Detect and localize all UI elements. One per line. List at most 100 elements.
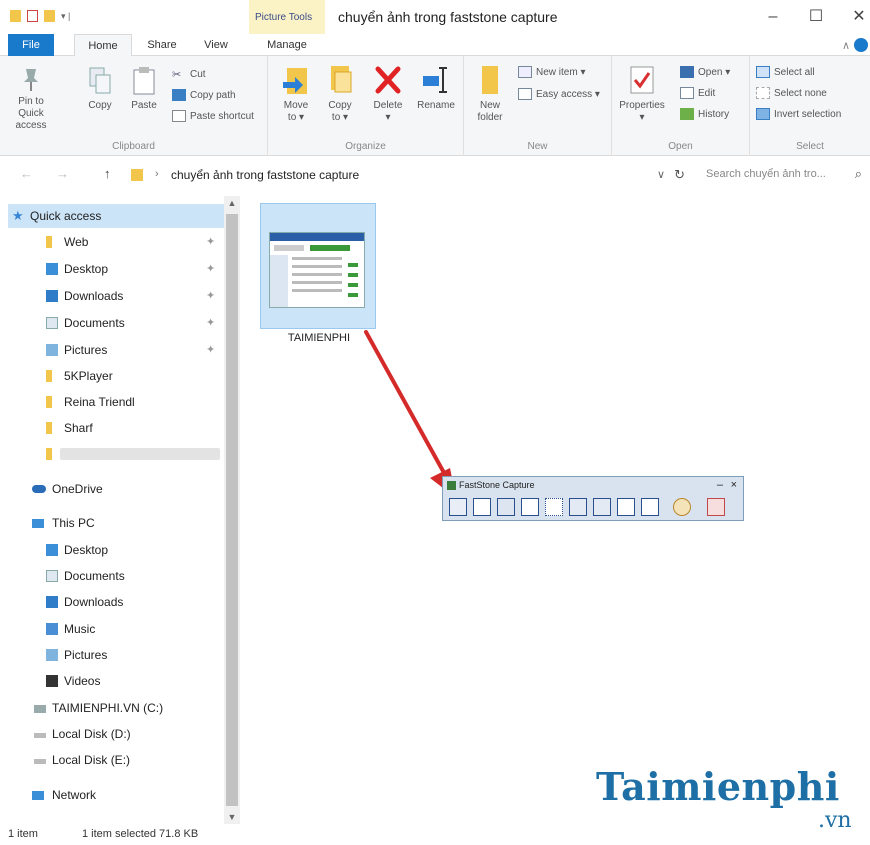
sidebar-item-drive-e[interactable]: Local Disk (E:) [0, 748, 224, 772]
select-all-button[interactable]: Select all [756, 66, 815, 78]
capture-object-icon[interactable] [497, 498, 515, 516]
invert-selection-button[interactable]: Invert selection [756, 108, 841, 120]
open-file-icon[interactable] [449, 498, 467, 516]
status-selection: 1 item selected 71.8 KB [82, 828, 199, 840]
refresh-icon[interactable]: ↻ [674, 167, 685, 183]
rename-button[interactable]: Rename [414, 64, 458, 112]
capture-fullscreen-icon[interactable] [569, 498, 587, 516]
tab-file[interactable]: File [8, 34, 54, 56]
sidebar-item-desktop[interactable]: Desktop ✦ [0, 257, 224, 281]
pin-icon [24, 69, 38, 91]
tab-manage[interactable]: Manage [252, 34, 322, 56]
faststone-capture-window[interactable]: FastStone Capture – × [442, 476, 744, 521]
sidebar-item-downloads[interactable]: Downloads ✦ [0, 284, 224, 308]
sidebar-item-documents[interactable]: Documents ✦ [0, 311, 224, 335]
tab-home[interactable]: Home [74, 34, 132, 57]
edit-button[interactable]: Edit [680, 87, 715, 99]
drive-icon [34, 733, 46, 738]
move-to-button[interactable]: Move to ▾ [278, 64, 314, 124]
paste-shortcut-button[interactable]: Paste shortcut [172, 110, 254, 122]
copy-button[interactable]: Copy [84, 66, 116, 112]
copy-path-button[interactable]: Copy path [172, 89, 236, 101]
forward-button[interactable]: → [56, 166, 69, 181]
breadcrumb-separator[interactable]: › [155, 168, 159, 180]
pin-icon[interactable]: ✦ [206, 284, 215, 308]
sidebar-item-onedrive[interactable]: OneDrive [0, 477, 224, 501]
customize-qat-icon[interactable]: ▾ | [61, 11, 70, 22]
new-folder-button[interactable]: New folder [472, 64, 508, 124]
up-button[interactable]: ↑ [104, 166, 111, 181]
pin-icon[interactable]: ✦ [206, 230, 215, 254]
taimienphi-domain: .vn [818, 808, 852, 833]
capture-fixed-region-icon[interactable] [617, 498, 635, 516]
capture-window-icon[interactable] [473, 498, 491, 516]
sidebar-item-pc-desktop[interactable]: Desktop [0, 538, 224, 562]
sidebar-item-web[interactable]: Web ✦ [0, 230, 224, 254]
sidebar-item-music[interactable]: Music [0, 617, 224, 641]
sidebar-item-blurred[interactable] [0, 442, 224, 466]
address-dropdown-icon[interactable]: ∨ [657, 168, 665, 181]
scroll-down-icon[interactable]: ▼ [224, 812, 240, 822]
faststone-title-bar[interactable]: FastStone Capture – × [443, 477, 743, 494]
select-none-button[interactable]: Select none [756, 87, 827, 99]
file-item[interactable]: TAIMIENPHI [260, 203, 376, 344]
minimize-button[interactable]: – [760, 6, 786, 28]
close-button[interactable]: ✕ [846, 6, 870, 28]
faststone-close-button[interactable]: × [731, 477, 737, 494]
help-icon[interactable] [854, 38, 868, 52]
collapse-ribbon-icon[interactable]: ∧ [842, 39, 850, 52]
pin-icon[interactable]: ✦ [206, 338, 215, 362]
tab-share[interactable]: Share [140, 34, 184, 56]
copy-to-button[interactable]: Copy to ▾ [322, 64, 358, 124]
sidebar-item-pc-pictures[interactable]: Pictures [0, 643, 224, 667]
sidebar-item-reina-triendl[interactable]: Reina Triendl [0, 390, 224, 414]
faststone-logo-icon [447, 481, 456, 490]
new-item-icon [518, 66, 532, 78]
sidebar-item-sharf[interactable]: Sharf [0, 416, 224, 440]
search-icon[interactable]: ⌕ [855, 166, 862, 182]
capture-scrolling-icon[interactable] [593, 498, 611, 516]
sidebar-item-videos[interactable]: Videos [0, 669, 224, 693]
clipboard-group: Pin to Quick access Copy Paste ✂ Cut Cop… [0, 56, 268, 156]
pin-icon[interactable]: ✦ [206, 257, 215, 281]
sidebar-item-pictures[interactable]: Pictures ✦ [0, 338, 224, 362]
delete-button[interactable]: Delete ▾ [368, 64, 408, 124]
open-button[interactable]: Open ▾ [680, 66, 730, 78]
properties-button[interactable]: Properties ▾ [618, 64, 666, 124]
sidebar-item-5kplayer[interactable]: 5KPlayer [0, 364, 224, 388]
easy-access-button[interactable]: Easy access ▾ [518, 88, 600, 100]
screen-recorder-icon[interactable] [641, 498, 659, 516]
output-palette-icon[interactable] [673, 498, 691, 516]
scrollbar-thumb[interactable] [226, 214, 238, 806]
new-folder-icon [482, 66, 498, 94]
history-icon [680, 108, 694, 120]
sidebar-item-this-pc[interactable]: This PC [0, 511, 224, 535]
properties-icon[interactable] [27, 10, 38, 22]
new-folder-icon[interactable] [44, 10, 55, 22]
pin-to-quick-access-button[interactable]: Pin to Quick access [6, 66, 56, 132]
capture-rectangle-icon[interactable] [521, 498, 539, 516]
address-bar[interactable]: › chuyển ảnh trong faststone capture ∨ ↻ [126, 163, 696, 187]
maximize-button[interactable]: ☐ [803, 6, 829, 28]
back-button[interactable]: ← [20, 166, 33, 181]
sidebar-item-pc-downloads[interactable]: Downloads [0, 590, 224, 614]
scroll-up-icon[interactable]: ▲ [224, 198, 240, 208]
sidebar-item-pc-documents[interactable]: Documents [0, 564, 224, 588]
sidebar-item-network[interactable]: Network [0, 783, 224, 807]
search-placeholder: Search chuyển ảnh tro... [706, 168, 826, 180]
faststone-minimize-button[interactable]: – [717, 477, 723, 494]
pin-icon[interactable]: ✦ [206, 311, 215, 335]
paste-button[interactable]: Paste [128, 66, 160, 112]
tab-view[interactable]: View [196, 34, 236, 56]
cut-button[interactable]: ✂ Cut [172, 68, 206, 82]
history-button[interactable]: History [680, 108, 729, 120]
new-item-button[interactable]: New item ▾ [518, 66, 585, 78]
navigation-scrollbar[interactable]: ▲ ▼ [224, 196, 240, 824]
settings-icon[interactable] [707, 498, 725, 516]
sidebar-item-drive-d[interactable]: Local Disk (D:) [0, 722, 224, 746]
capture-freehand-icon[interactable] [545, 498, 563, 516]
sidebar-item-quick-access[interactable]: ★ Quick access [8, 204, 224, 228]
search-input[interactable]: Search chuyển ảnh tro... ⌕ [698, 163, 866, 187]
breadcrumb[interactable]: chuyển ảnh trong faststone capture [171, 168, 359, 182]
sidebar-item-drive-c[interactable]: TAIMIENPHI.VN (C:) [0, 696, 224, 720]
